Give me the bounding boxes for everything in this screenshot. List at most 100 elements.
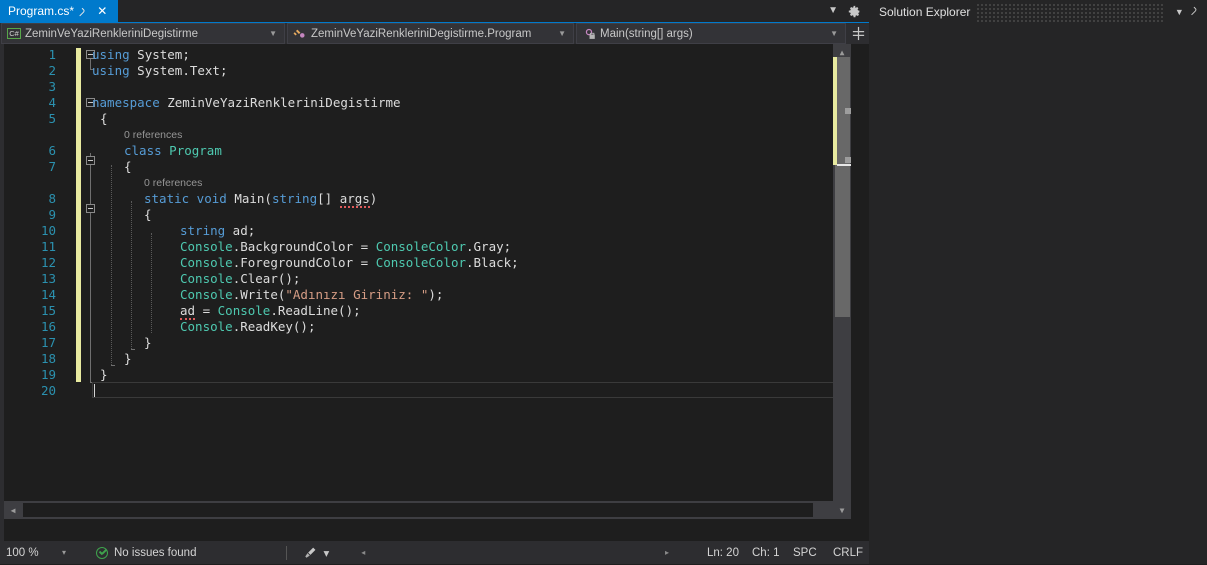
line-number: 13 (40, 271, 56, 286)
split-window-icon[interactable] (847, 23, 869, 44)
code-line-13: Console.Clear(); (92, 271, 300, 286)
chevron-down-icon[interactable]: ▼ (828, 6, 838, 16)
navbar-type-dropdown[interactable]: ZeminVeYaziRenkleriniDegistirme.Program … (287, 23, 575, 44)
scroll-left-arrow-icon[interactable]: ◀ (4, 501, 22, 519)
var-ad: ad; (225, 223, 256, 238)
code-line-5: { (92, 111, 108, 126)
scrollbar-thumb[interactable] (835, 57, 850, 317)
navbar-member-label: Main(string[] args) (600, 27, 693, 40)
enum-gray: .Gray; (466, 239, 512, 254)
line-number: 7 (48, 159, 56, 174)
code-line-17: } (92, 335, 152, 350)
line-number: 12 (40, 255, 56, 270)
pin-icon[interactable]: ╮ (77, 3, 92, 18)
line-number: 5 (48, 111, 56, 126)
change-bar (76, 48, 81, 382)
line-number: 8 (48, 191, 56, 206)
code-line-8: static void Main(string[] args) (92, 191, 377, 208)
code-line-9: { (92, 207, 152, 222)
method-icon (581, 27, 597, 41)
line-number: 4 (48, 95, 56, 110)
codelens-class-references[interactable]: 0 references (92, 127, 182, 143)
var-ad: ad (180, 303, 196, 320)
prop-foregroundcolor: .ForegroundColor = (232, 255, 376, 270)
code-line-4: namespace ZeminVeYaziRenkleriniDegistirm… (92, 95, 401, 110)
fold-guide (90, 153, 91, 382)
chevron-down-icon[interactable]: ▼ (554, 29, 573, 38)
code-editor[interactable]: 1 2 3 4 5 6 7 8 9 10 11 12 13 14 15 16 1… (0, 44, 869, 541)
code-line-2: using System.Text; (92, 63, 227, 78)
issues-status[interactable]: No issues found (96, 546, 197, 559)
solution-explorer-title: Solution Explorer (879, 5, 971, 19)
navbar-type-label: ZeminVeYaziRenkleriniDegistirme.Program (311, 27, 532, 40)
chevron-down-icon[interactable]: ▼ (826, 29, 845, 38)
pin-icon[interactable]: ╮ (1187, 1, 1207, 23)
chevron-down-icon[interactable]: ▼ (265, 29, 284, 38)
code-line-1: using System; (92, 47, 190, 62)
code-line-18: } (92, 351, 132, 366)
line-number: 1 (48, 47, 56, 62)
line-number: 15 (40, 303, 56, 318)
kw-string: string (180, 223, 226, 238)
chevron-down-icon[interactable]: ▼ (1169, 7, 1190, 17)
call-clear: .Clear(); (232, 271, 301, 286)
status-nav-right-icon[interactable]: ▸ (665, 548, 669, 557)
type-consolecolor: ConsoleColor (375, 255, 466, 270)
ns-system-text: System.Text; (129, 63, 228, 78)
editor-horizontal-scrollbar[interactable]: ◀ ▼ (4, 501, 851, 519)
scrollbar-caret-marker (837, 164, 851, 166)
document-tab-program-cs[interactable]: Program.cs* ╮ ✕ (0, 0, 118, 22)
line-number: 3 (48, 79, 56, 94)
gear-icon[interactable] (848, 5, 861, 18)
indent-mode[interactable]: SPC (793, 547, 817, 559)
line-number: 17 (40, 335, 56, 350)
drag-handle[interactable] (976, 2, 1163, 22)
issues-label: No issues found (114, 546, 197, 559)
codelens-method-references[interactable]: 0 references (92, 175, 202, 191)
close-icon[interactable]: ✕ (96, 5, 108, 17)
type-console: Console (180, 319, 233, 334)
editor-vertical-scrollbar[interactable]: ▲ ▼ (833, 44, 851, 519)
line-ending-mode[interactable]: CRLF (833, 547, 863, 559)
line-number: 20 (40, 383, 56, 398)
code-cleanup-button[interactable]: ▾ (303, 546, 329, 560)
zoom-level[interactable]: 100 % (0, 547, 62, 559)
type-consolecolor: ConsoleColor (375, 239, 466, 254)
code-line-10: string ad; (92, 223, 255, 238)
line-number: 9 (48, 207, 56, 222)
visual-studio-window: Program.cs* ╮ ✕ ▼ C# ZeminVeYaziRenkleri… (0, 0, 1207, 564)
scrollbar-change-marker (833, 57, 837, 165)
code-line-6: class Program (92, 143, 222, 158)
namespace-name: ZeminVeYaziRenkleriniDegistirme (159, 95, 401, 110)
status-bar: 100 % ▾ No issues found ▾ ◂ ▸ Ln: 20 Ch:… (0, 541, 869, 564)
scroll-right-arrow-icon[interactable]: ▼ (833, 501, 851, 519)
operator-assign: = (195, 303, 218, 318)
kw-void: void (189, 191, 227, 206)
class-icon (292, 27, 308, 41)
call-readline: .ReadLine(); (270, 303, 361, 318)
navbar-project-label: ZeminVeYaziRenkleriniDegistirme (25, 27, 198, 40)
cleanup-dropdown-icon[interactable]: ▾ (323, 546, 329, 560)
line-number: 14 (40, 287, 56, 302)
brace-close: } (144, 335, 152, 350)
hscrollbar-track[interactable] (23, 503, 813, 517)
navigation-bar: C# ZeminVeYaziRenkleriniDegistirme ▼ Zem… (0, 22, 869, 44)
code-line-7: { (92, 159, 132, 174)
brace-close: } (100, 367, 108, 382)
status-nav-left-icon[interactable]: ◂ (361, 548, 365, 557)
document-tab-strip: Program.cs* ╮ ✕ ▼ (0, 0, 869, 22)
line-number: 18 (40, 351, 56, 366)
line-number: 11 (40, 239, 56, 254)
zoom-dropdown-icon[interactable]: ▾ (62, 548, 84, 557)
brace-open: { (100, 111, 108, 126)
type-console: Console (217, 303, 271, 318)
code-text-area[interactable]: 1 2 3 4 5 6 7 8 9 10 11 12 13 14 15 16 1… (4, 44, 851, 519)
call-write: .Write( (232, 287, 286, 302)
solution-explorer-header: Solution Explorer ▼ ╮ (874, 2, 1207, 22)
param-args: args (339, 191, 370, 208)
type-console: Console (180, 255, 233, 270)
navbar-project-dropdown[interactable]: C# ZeminVeYaziRenkleriniDegistirme ▼ (1, 23, 286, 44)
string-literal: "Adınızı Giriniz: " (285, 287, 429, 302)
navbar-member-dropdown[interactable]: Main(string[] args) ▼ (576, 23, 847, 44)
tab-label: Program.cs* (8, 4, 75, 18)
